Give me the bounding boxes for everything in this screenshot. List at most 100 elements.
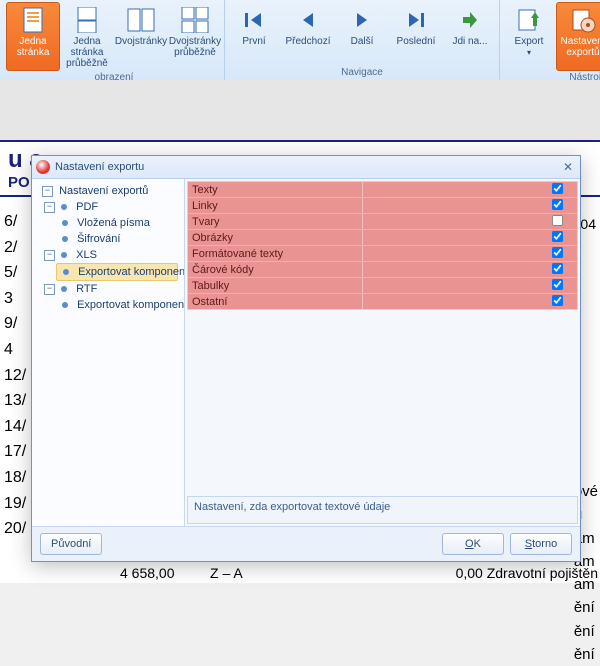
ribbon-group-navigace: První Předchozí Další Poslední Jdi na...… [225,0,500,80]
ribbon-btn-jedna-stranka[interactable]: Jedna stránka [6,2,60,71]
option-checkbox-cell [537,214,577,230]
option-row[interactable]: Tabulky [188,278,577,294]
ribbon-group-label: Navigace [227,66,497,80]
option-row[interactable]: Linky [188,198,577,214]
ribbon-label: Jedna stránka průběžně [63,36,111,69]
ribbon-label: První [242,36,265,47]
ribbon-btn-posledni[interactable]: Poslední [389,2,443,66]
option-label: Čárové kódy [192,264,362,276]
tree-pdf-fonts[interactable]: Vložená písma [56,215,182,231]
ribbon-btn-dalsi[interactable]: Další [335,2,389,66]
collapse-icon[interactable]: − [44,284,55,295]
option-checkbox[interactable] [551,262,562,273]
option-checkbox[interactable] [551,230,562,241]
tree-xls[interactable]: − XLS [38,247,182,263]
goto-icon [456,6,484,34]
doc-bottom-letters: Z – A [210,565,243,581]
tree-label: Nastavení exportů [59,185,148,197]
option-label: Tabulky [192,280,362,292]
tree-label: Exportovat komponenty [77,299,185,311]
option-row[interactable]: Čárové kódy [188,262,577,278]
tree-root[interactable]: − Nastavení exportů [36,183,182,199]
bullet-icon [63,269,69,275]
ribbon-btn-dvojstranky[interactable]: Dvojstránky [114,2,168,71]
tree-rtf-export[interactable]: Exportovat komponenty [56,297,182,313]
option-row[interactable]: Formátované texty [188,246,577,262]
option-checkbox-cell [537,246,577,262]
dropdown-arrow-icon: ▾ [527,49,531,58]
ribbon-btn-nastaveni-exportu[interactable]: Nastavení exportů [556,2,600,71]
tree-label: XLS [76,249,97,261]
option-label: Linky [192,200,362,212]
page-double-icon [127,6,155,34]
ribbon-btn-dvojstranky-prubezne[interactable]: Dvojstránky průběžně [168,2,222,71]
ribbon-label: Poslední [397,36,436,47]
page-single-continuous-icon [73,6,101,34]
option-checkbox[interactable] [551,214,562,225]
option-row[interactable]: Tvary [188,214,577,230]
export-settings-dialog: Nastavení exportu ✕ − Nastavení exportů … [31,155,581,562]
ok-button[interactable]: OK [442,533,504,555]
option-checkbox-cell [537,198,577,214]
option-description: Nastavení, zda exportovat textové údaje [187,496,578,524]
option-checkbox-cell [537,294,577,310]
options-pane: Texty Linky Tvary Obrázky Formátované texty Č… [185,179,580,526]
ribbon-label: Nastavení exportů [559,36,600,58]
option-checkbox[interactable] [551,294,562,305]
close-icon[interactable]: ✕ [560,159,576,175]
page-double-continuous-icon [181,6,209,34]
tree-label: RTF [76,283,97,295]
page-single-icon [19,6,47,34]
ribbon-btn-prvni[interactable]: První [227,2,281,66]
tree-xls-export[interactable]: Exportovat komponenty [56,263,178,281]
option-row[interactable]: Obrázky [188,230,577,246]
bullet-icon [62,236,68,242]
collapse-icon[interactable]: − [44,202,55,213]
option-checkbox[interactable] [551,182,562,193]
tree-pdf-encrypt[interactable]: Šifrování [56,231,182,247]
collapse-icon[interactable]: − [42,186,53,197]
option-checkbox-cell [537,278,577,294]
ribbon-btn-jedna-stranka-prubezne[interactable]: Jedna stránka průběžně [60,2,114,71]
cancel-button[interactable]: Storno [510,533,572,555]
collapse-icon[interactable]: − [44,250,55,261]
option-label: Obrázky [192,232,362,244]
dialog-footer: Původní OK Storno [32,526,580,561]
bullet-icon [62,220,68,226]
tree-label: PDF [76,201,98,213]
ribbon-btn-export[interactable]: Export ▾ [502,2,556,71]
option-row[interactable]: Ostatní [188,294,577,309]
dialog-title-text: Nastavení exportu [55,161,144,173]
last-icon [402,6,430,34]
option-row[interactable]: Texty [188,182,577,198]
default-button[interactable]: Původní [40,533,102,555]
export-icon [515,6,543,34]
ribbon-btn-jdi-na[interactable]: Jdi na... [443,2,497,66]
option-label: Ostatní [192,296,362,308]
dialog-titlebar[interactable]: Nastavení exportu ✕ [32,156,580,179]
bullet-icon [62,302,68,308]
tree-pdf[interactable]: − PDF [38,199,182,215]
dialog-icon [36,160,50,174]
option-label: Texty [192,184,362,196]
option-checkbox[interactable] [551,278,562,289]
prev-icon [294,6,322,34]
bullet-icon [61,252,67,258]
option-checkbox[interactable] [551,198,562,209]
tree-rtf[interactable]: − RTF [38,281,182,297]
button-label: Původní [51,538,91,550]
ribbon: Jedna stránka Jedna stránka průběžně Dvo… [0,0,600,81]
doc-right-item: ění [574,596,598,619]
first-icon [240,6,268,34]
tree-label: Šifrování [77,233,120,245]
doc-header-sub: PO [8,174,30,191]
ribbon-label: Dvojstránky průběžně [169,36,221,58]
ribbon-label: Jedna stránka [9,36,57,58]
option-checkbox[interactable] [551,246,562,257]
options-list: Texty Linky Tvary Obrázky Formátované texty Č… [187,181,578,310]
doc-date-fragment: 04 [580,216,596,232]
ribbon-label: Další [351,36,374,47]
option-checkbox-cell [537,182,577,198]
ribbon-btn-predchozi[interactable]: Předchozí [281,2,335,66]
ribbon-group-nastroje: Export ▾ Nastavení exportů @ Datová schr… [500,0,600,80]
